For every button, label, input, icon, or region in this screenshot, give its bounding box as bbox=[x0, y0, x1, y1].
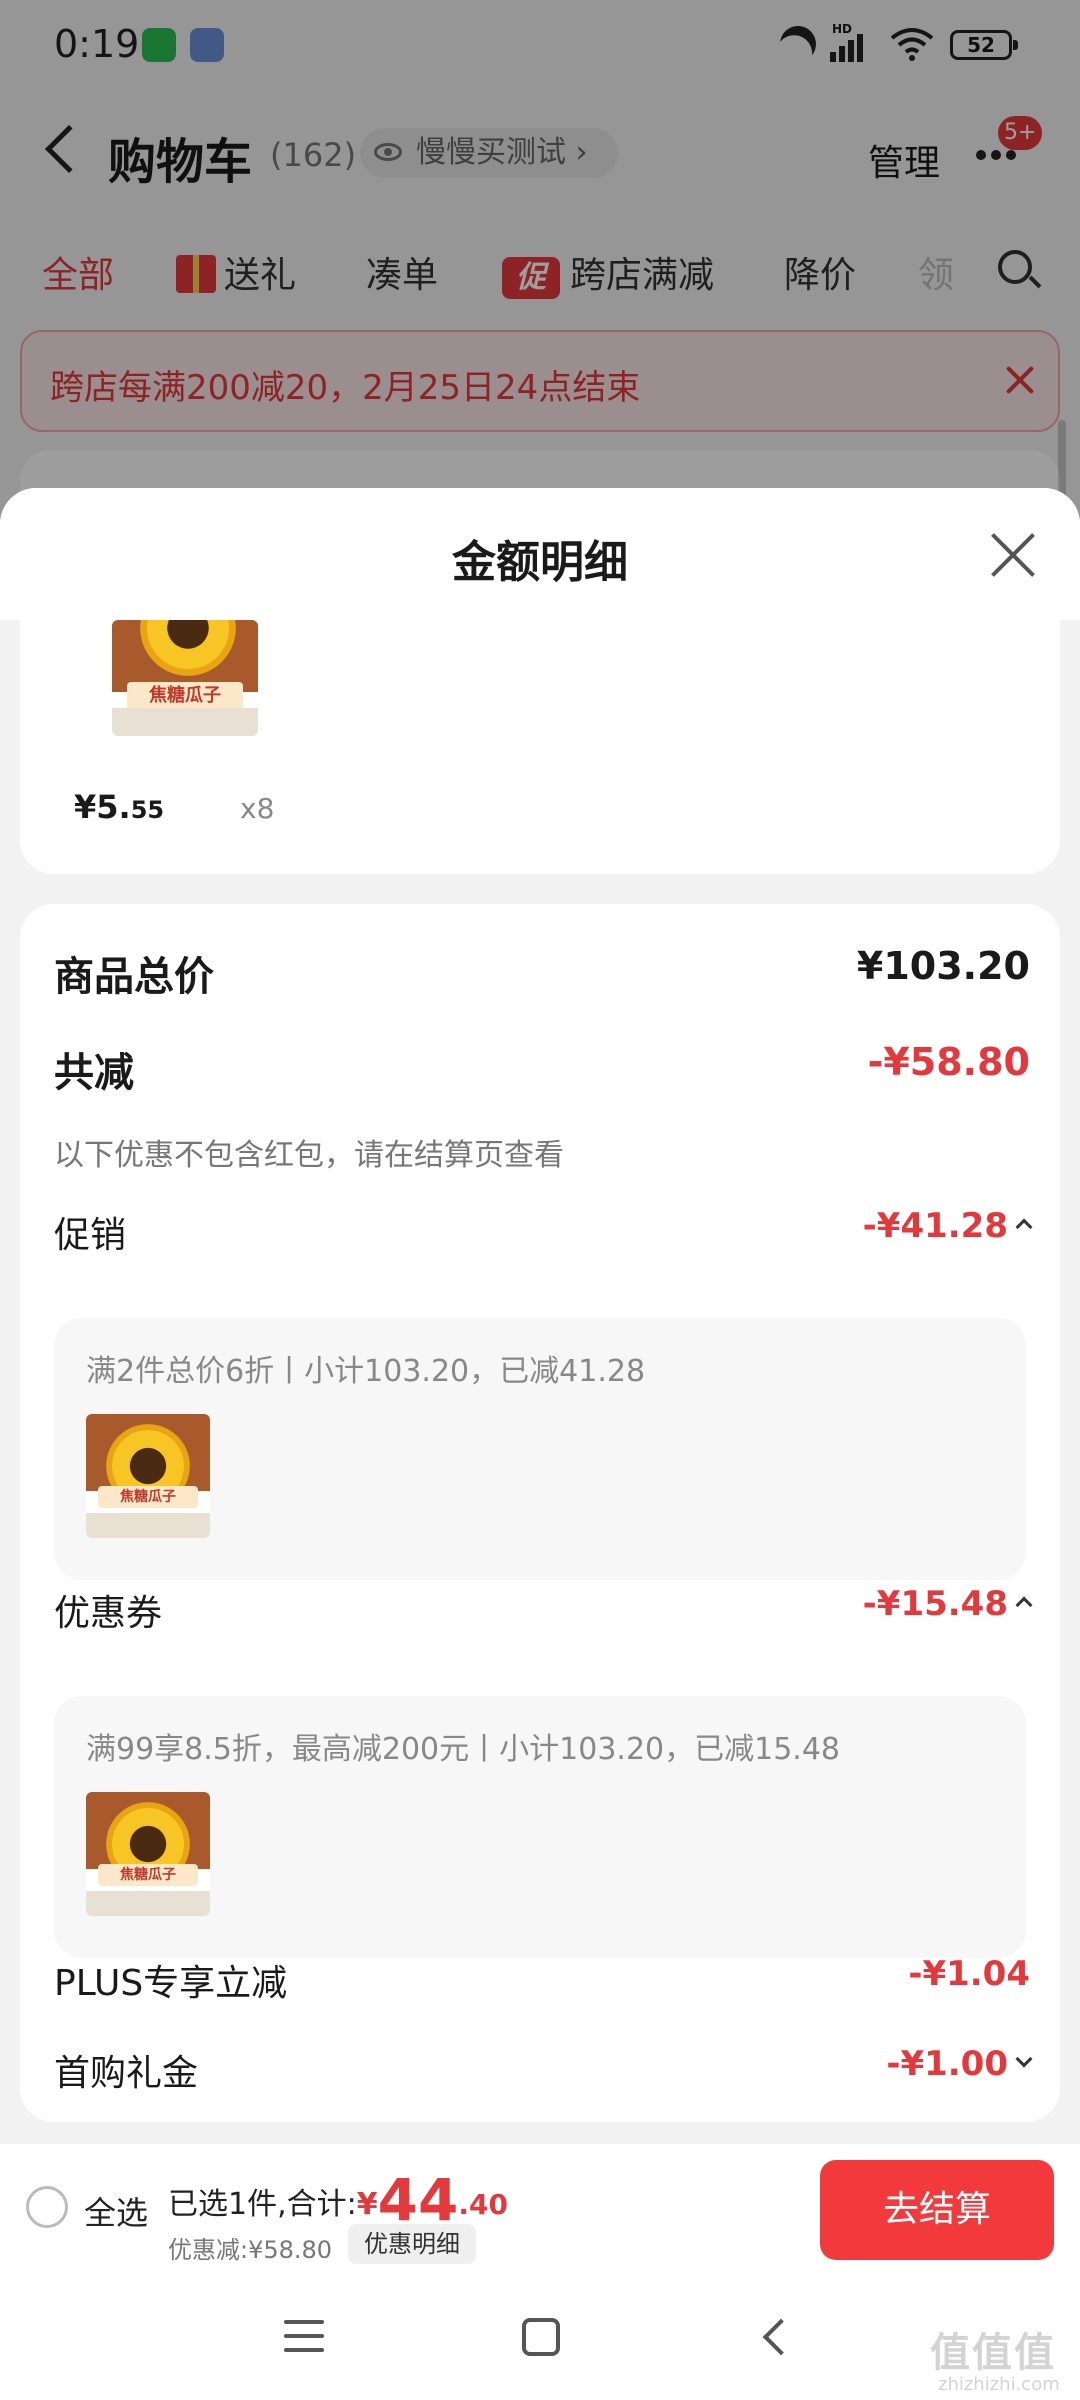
coupon-detail-box: 满99享8.5折，最高减200元丨小计103.20，已减15.48 焦糖瓜子 bbox=[54, 1696, 1026, 1958]
first-purchase-label: 首购礼金 bbox=[54, 2053, 199, 2094]
total-decimal: .40 bbox=[458, 2188, 508, 2221]
item-price-dec: 55 bbox=[130, 796, 165, 824]
discount-note: 以下优惠不包含红包，请在结算页查看 bbox=[54, 1138, 564, 1173]
promo-label: 促销 bbox=[54, 1215, 127, 1256]
system-nav-bar bbox=[0, 2274, 1080, 2400]
select-all-checkbox[interactable] bbox=[26, 2186, 68, 2228]
plus-value: -¥1.04 bbox=[908, 1954, 1030, 1994]
total-value: ¥103.20 bbox=[856, 944, 1030, 988]
bag-label: 焦糖瓜子 bbox=[126, 682, 244, 710]
reduce-label: 共减 bbox=[54, 1050, 134, 1096]
item-card: 焦糖瓜子 ¥5.55 x8 bbox=[20, 620, 1060, 874]
item-quantity: x8 bbox=[240, 792, 275, 825]
checkout-bar: 全选 已选1件,合计:¥44.40 优惠减:¥58.80 优惠明细 去结算 bbox=[0, 2144, 1080, 2274]
coupon-row[interactable]: -¥15.48 bbox=[862, 1584, 1033, 1624]
plus-label: PLUS专享立减 bbox=[54, 1963, 288, 2004]
price-detail-card: 商品总价 ¥103.20 共减 -¥58.80 以下优惠不包含红包，请在结算页查… bbox=[20, 904, 1060, 2122]
sheet-header: 金额明细 bbox=[0, 488, 1080, 620]
discount-detail-button[interactable]: 优惠明细 bbox=[348, 2224, 476, 2264]
discount-summary: 优惠减:¥58.80 bbox=[168, 2236, 333, 2264]
amount-detail-sheet: 金额明细 焦糖瓜子 ¥5.55 x8 商品总价 ¥103.20 共减 -¥58.… bbox=[0, 488, 1080, 2144]
coupon-value: -¥15.48 bbox=[862, 1584, 1008, 1624]
product-image: 焦糖瓜子 bbox=[86, 1792, 210, 1916]
coupon-label: 优惠券 bbox=[54, 1593, 163, 1634]
promo-desc: 满2件总价6折丨小计103.20，已减41.28 bbox=[86, 1354, 646, 1389]
home-icon[interactable] bbox=[522, 2318, 560, 2356]
item-price-int: ¥5. bbox=[74, 788, 131, 826]
item-price: ¥5.55 bbox=[74, 788, 164, 826]
sheet-title: 金额明细 bbox=[452, 537, 628, 588]
close-icon[interactable] bbox=[988, 530, 1038, 580]
select-all-label[interactable]: 全选 bbox=[84, 2188, 148, 2234]
site-watermark: 值值值 bbox=[930, 2330, 1056, 2376]
reduce-value: -¥58.80 bbox=[867, 1040, 1030, 1084]
total-label: 商品总价 bbox=[54, 954, 214, 1000]
site-watermark-url: zhizhizhi.com bbox=[938, 2374, 1060, 2395]
menu-icon[interactable] bbox=[284, 2320, 324, 2354]
promo-value: -¥41.28 bbox=[862, 1206, 1008, 1246]
checkout-button[interactable]: 去结算 bbox=[820, 2160, 1054, 2260]
product-image: 焦糖瓜子 bbox=[112, 620, 258, 736]
bag-label: 焦糖瓜子 bbox=[98, 1864, 198, 1886]
coupon-desc: 满99享8.5折，最高减200元丨小计103.20，已减15.48 bbox=[86, 1732, 840, 1767]
chevron-up-icon bbox=[1015, 1218, 1033, 1236]
summary-prefix: 已选1件,合计: bbox=[168, 2187, 357, 2222]
chevron-up-icon bbox=[1015, 1596, 1033, 1614]
chevron-down-icon bbox=[1015, 2050, 1033, 2068]
total-currency: ¥ bbox=[356, 2187, 378, 2222]
first-purchase-row[interactable]: -¥1.00 bbox=[886, 2044, 1033, 2084]
product-image: 焦糖瓜子 bbox=[86, 1414, 210, 1538]
promo-row[interactable]: -¥41.28 bbox=[862, 1206, 1033, 1246]
back-icon[interactable] bbox=[762, 2318, 800, 2356]
promo-detail-box: 满2件总价6折丨小计103.20，已减41.28 焦糖瓜子 bbox=[54, 1318, 1026, 1580]
first-purchase-value: -¥1.00 bbox=[886, 2044, 1008, 2084]
overlay-watermark: 为什么每次爆料都是R bbox=[308, 1235, 658, 1276]
bag-label: 焦糖瓜子 bbox=[98, 1486, 198, 1508]
